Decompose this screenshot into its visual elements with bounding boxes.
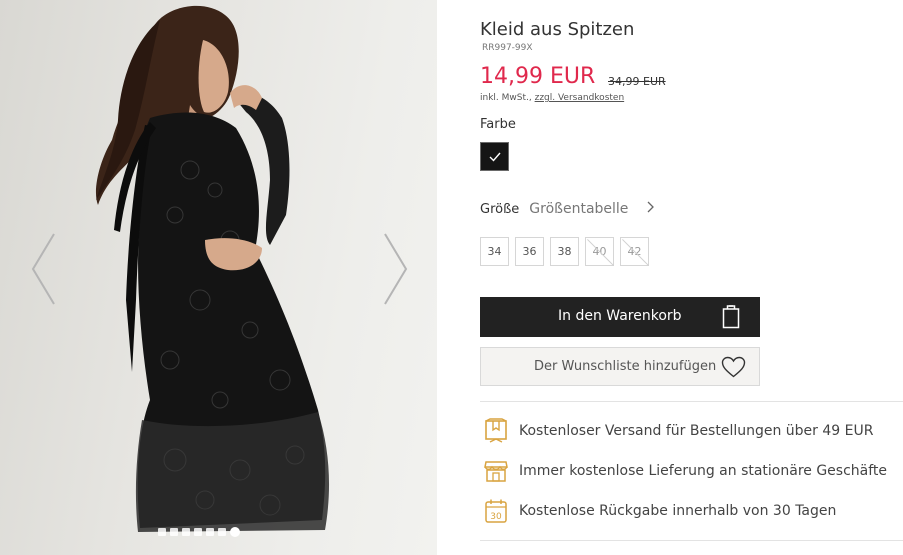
benefit-text: Kostenloser Versand für Bestellungen übe…	[519, 423, 874, 439]
old-price: 34,99 EUR	[608, 75, 666, 88]
tax-text: inkl. MwSt.,	[480, 93, 535, 103]
color-swatch-black[interactable]	[480, 142, 509, 171]
size-label: Größe	[480, 202, 520, 217]
gallery-dot[interactable]	[230, 527, 240, 537]
product-image-gallery	[0, 0, 437, 555]
size-option-38[interactable]: 38	[550, 237, 579, 266]
benefit-text: Immer kostenlose Lieferung an stationäre…	[519, 463, 888, 479]
benefit-text: Kostenlose Rückgabe innerhalb von 30 Tag…	[519, 503, 837, 519]
add-to-cart-label: In den Warenkorb	[558, 308, 682, 324]
heart-icon	[721, 356, 746, 378]
shopping-bag-icon	[722, 305, 740, 329]
add-to-wishlist-button[interactable]: Der Wunschliste hinzufügen	[480, 347, 760, 386]
svg-text:30: 30	[490, 512, 502, 522]
shipping-box-icon	[485, 418, 507, 443]
gallery-prev-arrow[interactable]	[30, 232, 56, 306]
divider	[480, 401, 903, 402]
size-header: Größe Größentabelle	[480, 198, 654, 217]
shipping-cost-link[interactable]: zzgl. Versandkosten	[535, 93, 625, 103]
size-options: 34 36 38 40 42	[480, 237, 649, 266]
size-option-34[interactable]: 34	[480, 237, 509, 266]
gallery-next-arrow[interactable]	[383, 232, 409, 306]
divider	[480, 540, 903, 541]
gallery-dot[interactable]	[158, 528, 166, 536]
product-title: Kleid aus Spitzen	[480, 19, 635, 40]
product-photo	[95, 5, 330, 532]
gallery-dot[interactable]	[182, 528, 190, 536]
gallery-dot[interactable]	[170, 528, 178, 536]
gallery-dot[interactable]	[194, 528, 202, 536]
product-sku: RR997-99X	[482, 43, 533, 53]
checkmark-icon	[489, 152, 501, 162]
chevron-right-icon[interactable]	[646, 201, 656, 213]
gallery-dot[interactable]	[218, 528, 226, 536]
current-price: 14,99 EUR	[480, 64, 596, 89]
size-option-40[interactable]: 40	[585, 237, 614, 266]
add-to-cart-button[interactable]: In den Warenkorb	[480, 297, 760, 337]
size-chart-link[interactable]: Größentabelle	[529, 201, 628, 217]
size-option-42[interactable]: 42	[620, 237, 649, 266]
size-option-36[interactable]: 36	[515, 237, 544, 266]
calendar-30-icon: 30	[485, 499, 507, 523]
add-to-wishlist-label: Der Wunschliste hinzufügen	[534, 359, 717, 374]
tax-info: inkl. MwSt., zzgl. Versandkosten	[480, 93, 624, 103]
color-label: Farbe	[480, 117, 516, 132]
store-icon	[484, 461, 508, 482]
gallery-pagination	[158, 526, 240, 538]
product-detail-panel: Kleid aus Spitzen RR997-99X 14,99 EUR 34…	[480, 0, 903, 555]
gallery-dot[interactable]	[206, 528, 214, 536]
